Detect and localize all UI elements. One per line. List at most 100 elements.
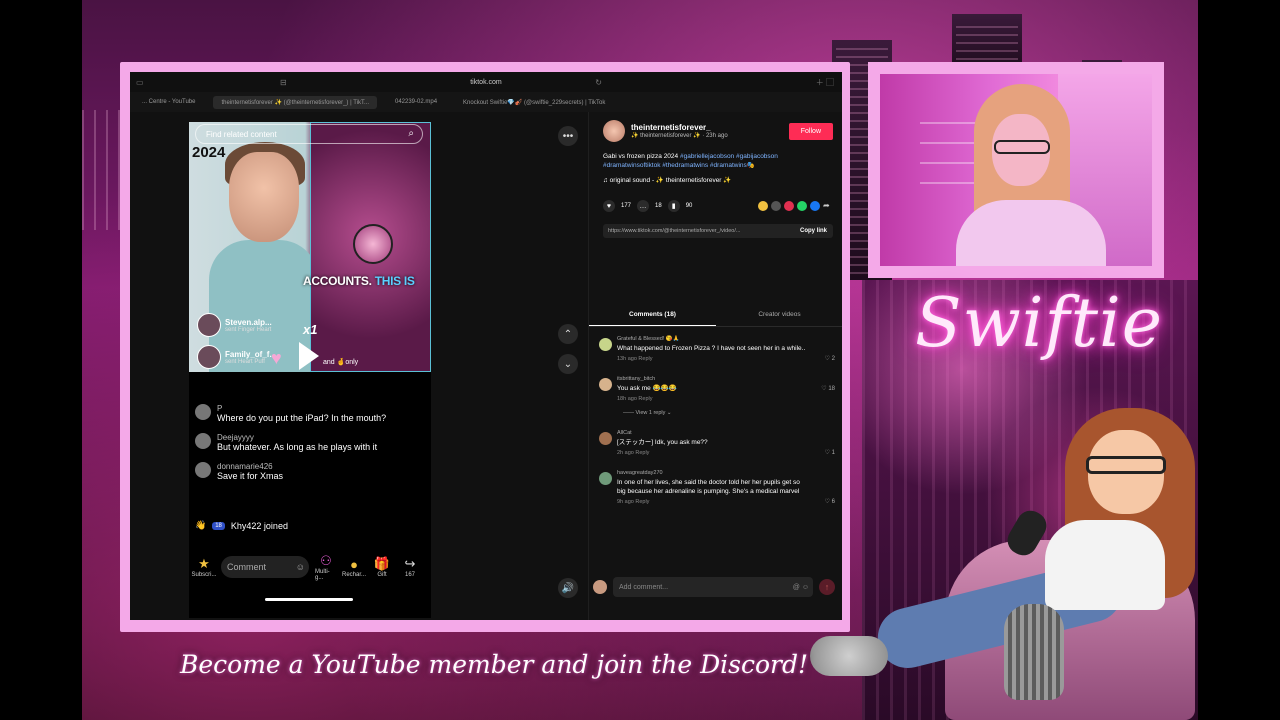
comment-list: Grateful & Blessed! 😘🙏 What happened to … xyxy=(599,336,837,519)
avatar[interactable] xyxy=(599,432,612,445)
share-arrow-icon[interactable]: ➦ xyxy=(823,201,833,211)
tab-youtube[interactable]: ... Centre - YouTube xyxy=(134,96,203,108)
webcam-feed xyxy=(880,74,1152,266)
view-replies-button[interactable]: —— View 1 reply ⌄ xyxy=(617,410,677,416)
streamer-face xyxy=(229,152,299,242)
comment-user[interactable]: itsbrittany_bitch xyxy=(617,376,677,382)
more-options-icon[interactable]: ••• xyxy=(558,126,578,146)
streamer xyxy=(956,84,1106,266)
avatar[interactable] xyxy=(195,462,211,478)
add-comment-input[interactable]: Add comment... @ ☺ xyxy=(613,577,813,597)
gift-action: sent Finger Heart xyxy=(225,326,272,333)
play-icon[interactable] xyxy=(299,342,319,370)
comment-user[interactable]: AllCat xyxy=(617,430,708,436)
bookmark-icon[interactable]: ▮ xyxy=(667,200,680,212)
sound-link[interactable]: ♫ original sound - ✨ theinternetisforeve… xyxy=(603,176,833,184)
viewer-count: 14 xyxy=(318,122,325,123)
comment-like[interactable]: ♡ 6 xyxy=(825,498,835,505)
letterbox-left xyxy=(0,0,82,720)
volume-icon[interactable]: 🔊 xyxy=(558,578,578,598)
find-related-label: Find related content xyxy=(206,129,277,139)
reply-button[interactable]: Reply xyxy=(638,396,652,402)
live-video[interactable]: Find related content 14 ⌕ 2024 ACCOUNTS.… xyxy=(189,122,431,372)
gift-action: sent Heart Puff xyxy=(225,358,265,365)
mention-emoji-icon[interactable]: @ ☺ xyxy=(793,584,809,591)
avatar xyxy=(197,345,221,369)
avatar xyxy=(593,580,607,594)
tab-tiktok-profile[interactable]: theinternetisforever ✨ (@theinternetisfo… xyxy=(213,95,377,109)
gift-notification: Steven.alp... sent Finger Heart xyxy=(197,312,272,338)
comment-icon[interactable]: … xyxy=(637,200,650,212)
reply-button[interactable]: Reply xyxy=(638,356,652,362)
gift-user: Steven.alp... xyxy=(225,317,272,327)
post-detail-pane: theinternetisforever_ ✨ theinternetisfor… xyxy=(588,112,842,620)
share-count: 167 xyxy=(404,572,415,578)
post-url[interactable]: https://www.tiktok.com/@theinternetisfor… xyxy=(608,228,740,234)
reload-icon[interactable]: ↻ xyxy=(595,78,602,87)
chevron-down-icon[interactable]: ⌄ xyxy=(558,354,578,374)
copy-link-button[interactable]: Copy link xyxy=(800,228,827,234)
engagement-row: ♥ 177 … 18 ▮ 90 ➦ xyxy=(603,200,833,212)
live-pane: Find related content 14 ⌕ 2024 ACCOUNTS.… xyxy=(130,112,590,620)
chat-user[interactable]: Deejayyyy xyxy=(217,433,377,442)
author-name[interactable]: theinternetisforever_ xyxy=(631,123,728,132)
share-icon: ↪ xyxy=(404,556,416,571)
avatar[interactable] xyxy=(599,378,612,391)
multi-guest-button[interactable]: ⚇ Multi-g... xyxy=(315,553,337,581)
save-count: 90 xyxy=(685,203,693,209)
comment-user[interactable]: Grateful & Blessed! 😘🙏 xyxy=(617,336,805,342)
chat-user[interactable]: donnamarie426 xyxy=(217,462,283,471)
chat-message: Deejayyyy But whatever. As long as he pl… xyxy=(195,433,425,452)
chevron-up-icon[interactable]: ⌃ xyxy=(558,324,578,344)
bridge-silhouette xyxy=(82,110,122,230)
comment-like[interactable]: ♡ 18 xyxy=(821,385,835,392)
gift-button[interactable]: 🎁 Gift xyxy=(371,556,393,578)
comment-like-count: 6 xyxy=(831,499,835,505)
post-comment-button[interactable]: ↑ xyxy=(819,579,835,595)
comment-placeholder: Comment xyxy=(227,562,267,572)
facebook-icon[interactable] xyxy=(810,201,820,211)
tab-overview-icon[interactable]: ⊟ xyxy=(280,78,287,87)
chat-user[interactable]: P xyxy=(217,404,386,413)
follow-button[interactable]: Follow xyxy=(788,122,833,140)
sidebar-icon[interactable]: ▭ xyxy=(136,78,144,87)
reply-button[interactable]: Reply xyxy=(635,499,649,505)
subscribe-button[interactable]: ★ Subscri... xyxy=(192,556,217,578)
whatsapp-icon[interactable] xyxy=(797,201,807,211)
guest-avatar[interactable] xyxy=(353,224,393,264)
heart-icon[interactable]: ♥ xyxy=(603,200,615,212)
tab-comments[interactable]: Comments (18) xyxy=(589,304,716,326)
comment-input[interactable]: Comment ☺ xyxy=(221,556,309,578)
send-icon[interactable] xyxy=(784,201,794,211)
reply-button[interactable]: Reply xyxy=(635,450,649,456)
author-avatar[interactable] xyxy=(603,120,625,142)
url-text[interactable]: tiktok.com xyxy=(470,79,502,86)
chevron-down-icon: ⌄ xyxy=(666,410,672,416)
share-button[interactable]: ↪ 167 xyxy=(399,556,421,578)
share-targets: ➦ xyxy=(758,201,833,211)
new-tab-icon[interactable]: ＋ ▢ xyxy=(816,77,834,88)
home-indicator xyxy=(265,598,353,601)
tab-mp4[interactable]: 042239-02.mp4 xyxy=(387,96,445,108)
comment-item: AllCat [ステッカー] Idk, you ask me?? 2h ago … xyxy=(599,430,837,456)
glasses xyxy=(994,140,1050,154)
recharge-button[interactable]: ● Rechar... xyxy=(342,557,366,578)
find-related-search[interactable]: Find related content 14 ⌕ xyxy=(195,122,423,144)
avatar[interactable] xyxy=(195,433,211,449)
add-comment-bar: Add comment... @ ☺ ↑ xyxy=(593,574,841,600)
embed-icon[interactable] xyxy=(758,201,768,211)
code-icon[interactable] xyxy=(771,201,781,211)
address-bar[interactable]: ▭ ⊟ tiktok.com ↻ ＋ ▢ xyxy=(130,72,842,92)
post-description: Gabi vs frozen pizza 2024 #gabriellejaco… xyxy=(603,152,833,170)
post-info: theinternetisforever_ ✨ theinternetisfor… xyxy=(603,120,833,238)
avatar[interactable] xyxy=(599,472,612,485)
avatar[interactable] xyxy=(599,338,612,351)
comment-like[interactable]: ♡ 1 xyxy=(825,449,835,456)
tab-creator-videos[interactable]: Creator videos xyxy=(716,304,842,326)
tab-swiftie-profile[interactable]: Knockout Swiftie💎🎻 (@swiftie_229secrets)… xyxy=(455,96,613,109)
comment-user[interactable]: haveagreatday270 xyxy=(617,470,807,476)
emoji-icon[interactable]: ☺ xyxy=(296,562,305,572)
comment-like[interactable]: ♡ 2 xyxy=(825,355,835,362)
search-icon[interactable]: ⌕ xyxy=(408,128,414,139)
avatar[interactable] xyxy=(195,404,211,420)
